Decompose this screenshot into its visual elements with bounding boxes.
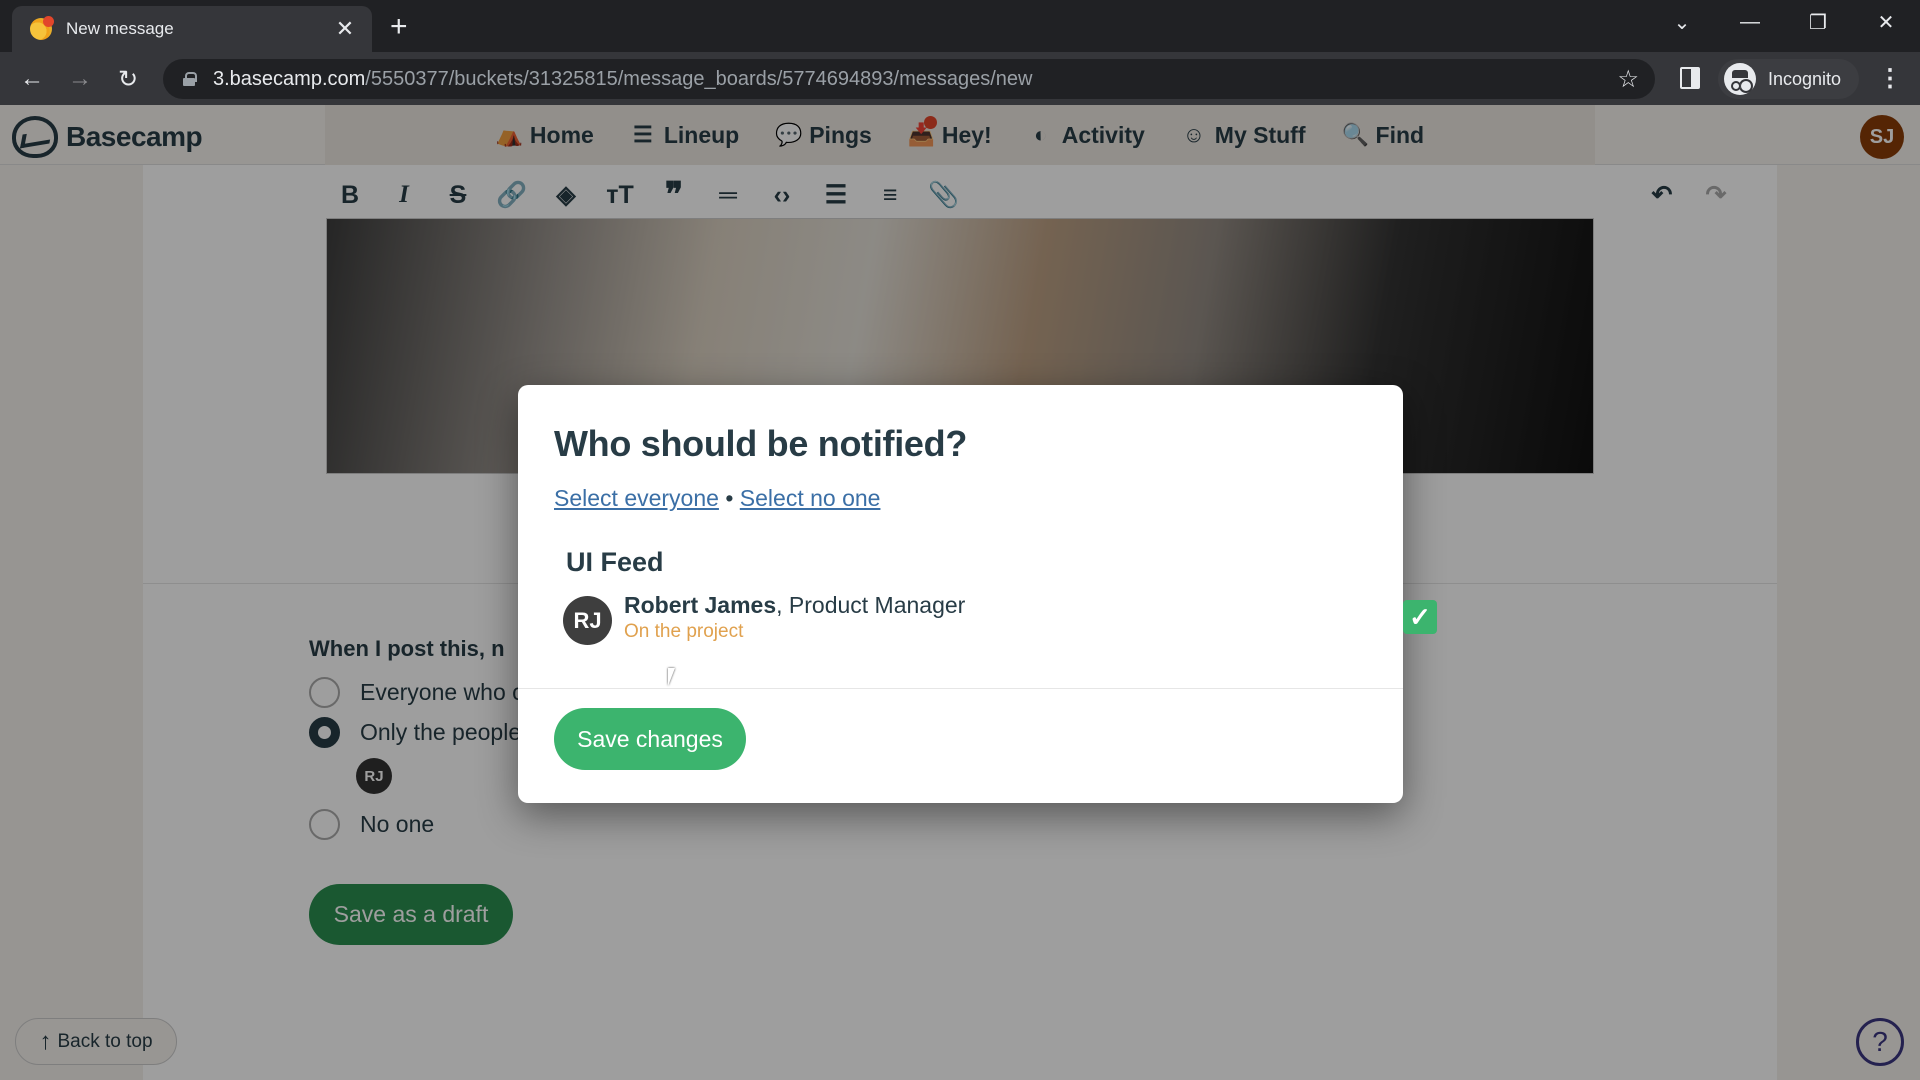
- person-role: , Product Manager: [776, 592, 966, 618]
- side-panel-icon[interactable]: [1680, 67, 1700, 89]
- incognito-icon: [1724, 63, 1756, 95]
- back-arrow-icon[interactable]: ←: [16, 63, 48, 95]
- select-everyone-link[interactable]: Select everyone: [554, 485, 719, 511]
- link-separator: •: [725, 485, 734, 511]
- selection-links: Select everyone • Select no one: [554, 485, 880, 512]
- person-name: Robert James: [624, 592, 777, 618]
- person-avatar: RJ: [563, 596, 612, 645]
- url-host: 3.basecamp.com: [213, 67, 366, 90]
- incognito-profile-button[interactable]: Incognito: [1718, 59, 1860, 99]
- notify-modal: Who should be notified? Select everyone …: [518, 385, 1437, 803]
- window-controls: ⌄ — ❐ ✕: [1648, 0, 1920, 44]
- person-status: On the project: [624, 621, 744, 642]
- browser-tab[interactable]: New message ✕: [12, 6, 372, 52]
- browser-toolbar: ← → ↻ 3.basecamp.com/5550377/buckets/313…: [0, 52, 1920, 105]
- modal-title: Who should be notified?: [554, 423, 968, 464]
- mouse-cursor: [668, 668, 682, 686]
- reload-icon[interactable]: ↻: [112, 63, 144, 95]
- tab-close-icon[interactable]: ✕: [332, 16, 358, 42]
- basecamp-favicon-icon: [30, 16, 54, 40]
- person-name-line: Robert James, Product Manager: [624, 592, 965, 619]
- address-bar[interactable]: 3.basecamp.com/5550377/buckets/31325815/…: [163, 59, 1655, 99]
- browser-menu-icon[interactable]: ⋮: [1878, 64, 1902, 94]
- group-title: UI Feed: [566, 547, 664, 577]
- lock-icon[interactable]: [183, 72, 197, 86]
- person-row[interactable]: RJ Robert James, Product Manager On the …: [563, 592, 1437, 652]
- forward-arrow-icon[interactable]: →: [64, 63, 96, 95]
- person-checkbox-checked[interactable]: ✓: [1403, 600, 1437, 634]
- new-tab-icon[interactable]: +: [390, 10, 408, 44]
- tab-search-chevron-icon[interactable]: ⌄: [1648, 0, 1716, 44]
- url-path: /5550377/buckets/31325815/message_boards…: [365, 67, 1033, 90]
- tab-title: New message: [66, 19, 174, 38]
- browser-tab-strip: New message ✕ + ⌄ — ❐ ✕: [0, 0, 1920, 52]
- incognito-label: Incognito: [1768, 68, 1842, 89]
- bookmark-star-icon[interactable]: ☆: [1617, 65, 1639, 94]
- restore-icon[interactable]: ❐: [1784, 0, 1852, 44]
- modal-divider: [518, 688, 1403, 689]
- select-no-one-link[interactable]: Select no one: [740, 485, 881, 511]
- save-changes-button[interactable]: Save changes: [554, 708, 746, 770]
- window-close-icon[interactable]: ✕: [1852, 0, 1920, 44]
- checkmark-icon: ✓: [1409, 601, 1431, 632]
- minimize-icon[interactable]: —: [1716, 0, 1784, 44]
